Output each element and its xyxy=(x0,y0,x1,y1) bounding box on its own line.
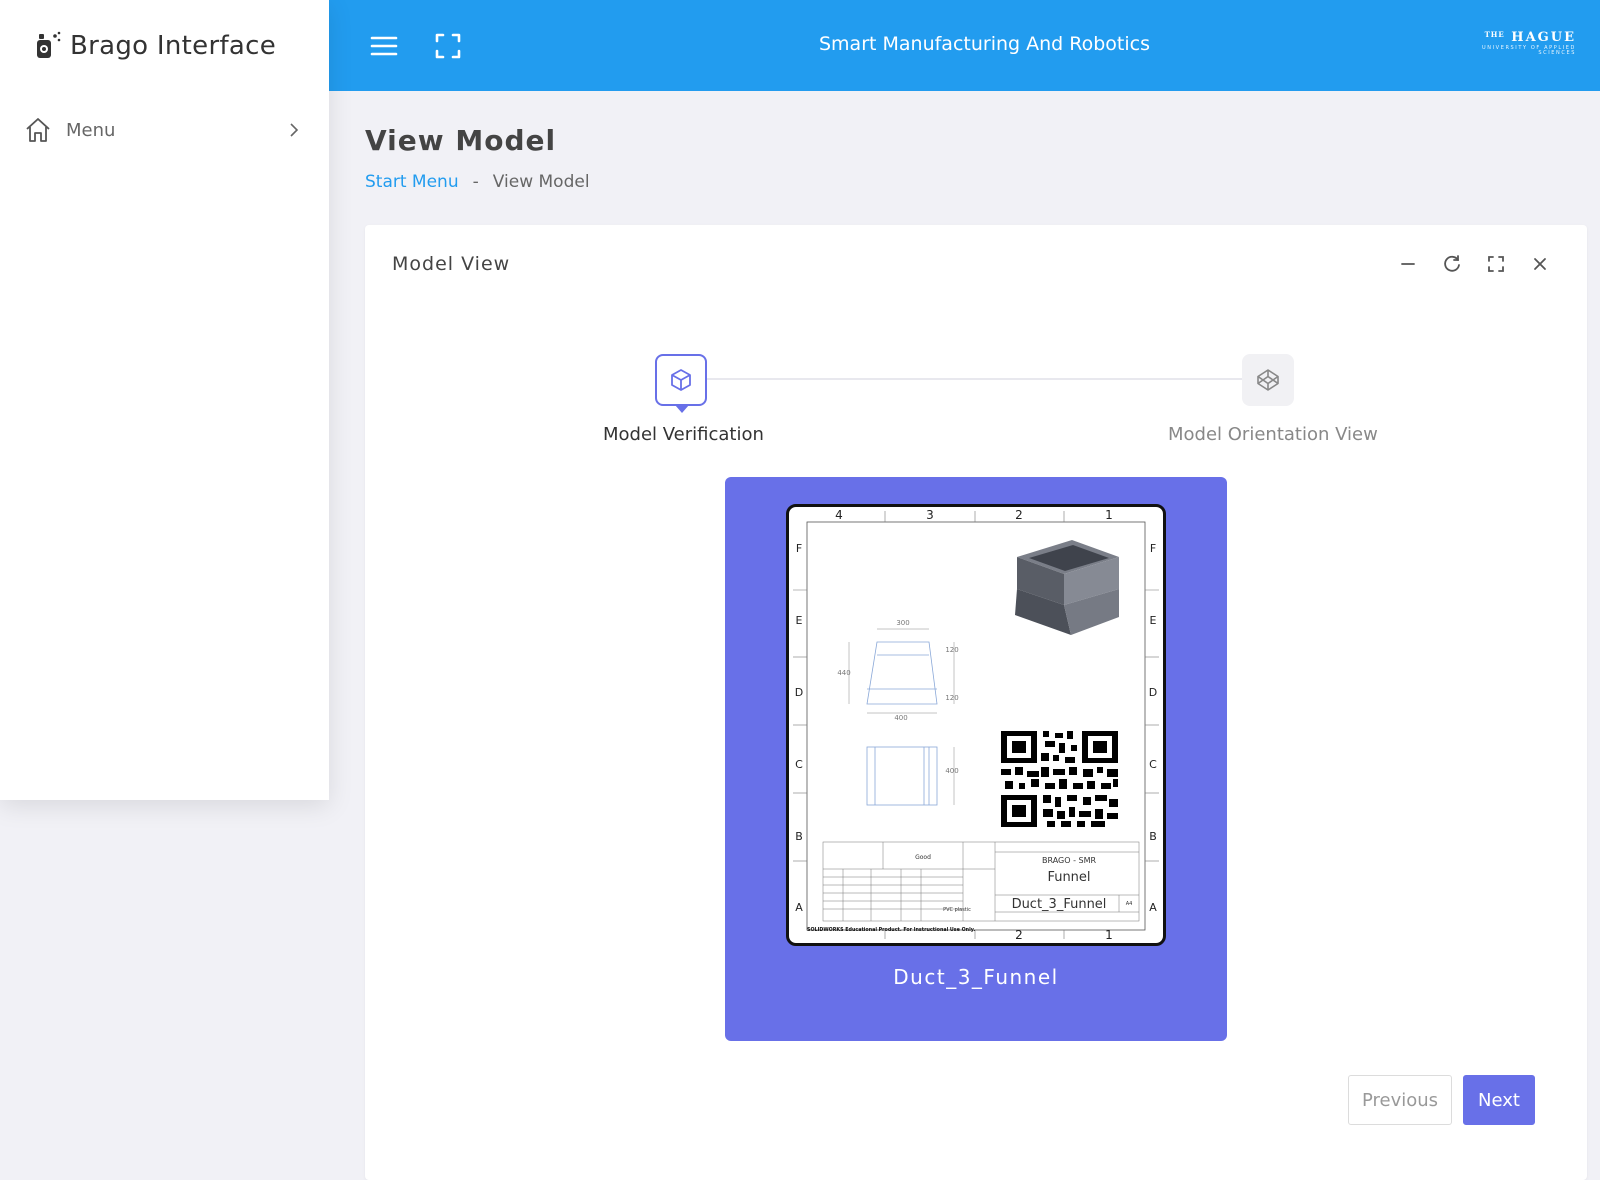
engineering-drawing: 4 3 2 1 F E D C B A F E D C B A 300 400 … xyxy=(786,504,1166,946)
breadcrumb-start-menu-link[interactable]: Start Menu xyxy=(365,172,459,192)
breadcrumb-separator: - xyxy=(472,172,479,192)
step-icon-box xyxy=(1242,354,1294,406)
col-label: 2 xyxy=(1015,508,1023,522)
header-title: Smart Manufacturing And Robotics xyxy=(818,33,1150,55)
svg-text:A4: A4 xyxy=(1126,901,1133,907)
expand-icon[interactable] xyxy=(1485,253,1507,275)
svg-text:120: 120 xyxy=(945,694,958,702)
svg-text:F: F xyxy=(796,542,802,555)
col-label: 3 xyxy=(926,508,934,522)
svg-text:Funnel: Funnel xyxy=(1047,870,1090,885)
sidebar-item-menu[interactable]: Menu xyxy=(0,107,329,153)
isometric-view xyxy=(1015,540,1119,635)
qr-code xyxy=(1001,731,1118,827)
step-icon-box xyxy=(655,354,707,413)
drawing-sheet: 4 3 2 1 F E D C B A F E D C B A 300 400 … xyxy=(793,508,1159,942)
svg-text:A: A xyxy=(795,901,803,914)
top-view xyxy=(866,746,938,806)
col-label: 4 xyxy=(835,508,843,522)
university-logo: THE HAGUE UNIVERSITY OF APPLIED SCIENCES xyxy=(1482,30,1576,56)
cube-icon xyxy=(671,369,691,391)
codepen-icon xyxy=(1257,369,1279,391)
svg-text:400: 400 xyxy=(894,714,907,722)
svg-text:1: 1 xyxy=(1105,928,1113,942)
next-button[interactable]: Next xyxy=(1463,1075,1535,1125)
svg-text:120: 120 xyxy=(945,646,958,654)
svg-text:D: D xyxy=(795,686,803,699)
col-label: 1 xyxy=(1105,508,1113,522)
page-title: View Model xyxy=(365,124,557,157)
svg-text:PVC plastic: PVC plastic xyxy=(943,907,971,913)
svg-text:BRAGO - SMR: BRAGO - SMR xyxy=(1042,856,1097,865)
top-header: Smart Manufacturing And Robotics THE HAG… xyxy=(329,0,1600,91)
svg-text:440: 440 xyxy=(837,669,850,677)
step-label: Model Orientation View xyxy=(1168,424,1378,445)
svg-text:2: 2 xyxy=(1015,928,1023,942)
svg-text:B: B xyxy=(795,830,803,843)
brand[interactable]: Brago Interface xyxy=(0,0,329,91)
home-icon xyxy=(26,118,50,142)
model-view-card: Model View Model Verification Model Orie… xyxy=(365,225,1587,1180)
minimize-icon[interactable] xyxy=(1397,253,1419,275)
svg-text:Good: Good xyxy=(915,854,931,861)
card-title: Model View xyxy=(392,253,511,275)
svg-text:400: 400 xyxy=(945,767,958,775)
card-tools xyxy=(1397,253,1551,275)
model-card[interactable]: 4 3 2 1 F E D C B A F E D C B A 300 400 … xyxy=(725,477,1227,1041)
previous-button[interactable]: Previous xyxy=(1348,1075,1452,1125)
brand-logo-icon xyxy=(37,31,61,58)
sidebar-item-label: Menu xyxy=(66,119,116,141)
front-view xyxy=(866,641,938,705)
chevron-right-icon xyxy=(290,123,299,137)
svg-text:C: C xyxy=(795,758,803,771)
svg-text:D: D xyxy=(1149,686,1157,699)
refresh-icon[interactable] xyxy=(1441,253,1463,275)
breadcrumb-current: View Model xyxy=(492,172,590,192)
model-name: Duct_3_Funnel xyxy=(893,965,1059,989)
breadcrumb: Start Menu - View Model xyxy=(365,172,590,192)
step-label: Model Verification xyxy=(603,424,764,445)
svg-text:300: 300 xyxy=(896,619,909,627)
svg-text:E: E xyxy=(1150,614,1157,627)
svg-text:SOLIDWORKS Educational Product: SOLIDWORKS Educational Product. For Inst… xyxy=(807,927,975,933)
close-icon[interactable] xyxy=(1529,253,1551,275)
svg-text:A: A xyxy=(1149,901,1157,914)
svg-text:Duct_3_Funnel: Duct_3_Funnel xyxy=(1012,897,1107,912)
step-model-verification[interactable]: Model Verification xyxy=(603,354,764,445)
svg-text:F: F xyxy=(1150,542,1156,555)
svg-text:B: B xyxy=(1149,830,1157,843)
step-model-orientation-view[interactable]: Model Orientation View xyxy=(1168,354,1378,445)
sidebar: Brago Interface Menu xyxy=(0,0,329,800)
svg-text:E: E xyxy=(796,614,803,627)
brand-name: Brago Interface xyxy=(70,30,277,61)
svg-text:C: C xyxy=(1149,758,1157,771)
